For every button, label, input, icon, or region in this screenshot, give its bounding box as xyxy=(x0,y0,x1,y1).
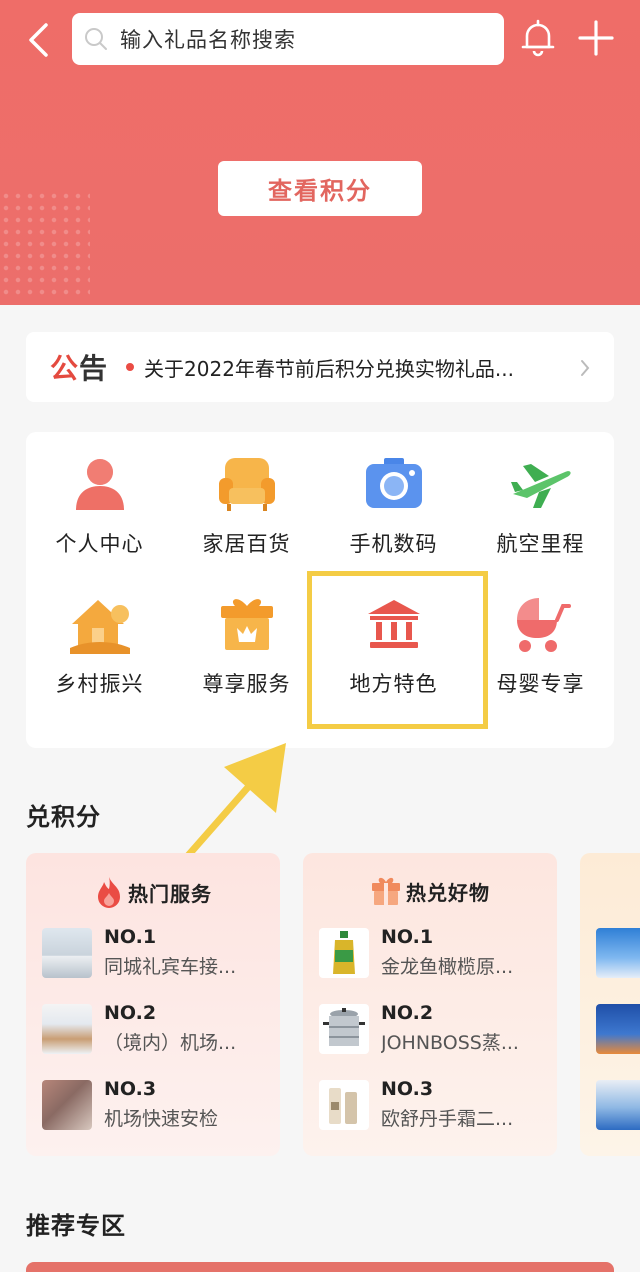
back-button[interactable] xyxy=(20,18,56,62)
category-label: 航空里程 xyxy=(496,532,585,556)
car-thumbnail xyxy=(42,928,92,978)
gift-box-icon xyxy=(220,599,273,650)
category-label: 乡村振兴 xyxy=(55,672,144,696)
chevron-right-icon xyxy=(581,360,590,376)
list-item[interactable]: NO.3 欧舒丹手霜二... xyxy=(319,1078,549,1136)
hot-goods-card[interactable]: 热兑好物 NO.1 金龙鱼橄榄原... NO.2 JOHNBOSS蒸... NO… xyxy=(303,853,557,1156)
list-item[interactable]: NO.3 机场快速安检 xyxy=(42,1078,272,1136)
item-name: 欧舒丹手霜二... xyxy=(381,1108,514,1130)
rank-number: NO.3 xyxy=(381,1078,434,1100)
list-item[interactable]: NO.2 JOHNBOSS蒸... xyxy=(319,1002,549,1060)
card-title: 热兑好物 xyxy=(406,880,490,905)
category-item-air-miles[interactable]: 航空里程 xyxy=(467,432,614,572)
category-item-digital[interactable]: 手机数码 xyxy=(320,432,467,572)
travel-thumbnail xyxy=(596,1080,640,1130)
travel-thumbnail xyxy=(596,928,640,978)
highlight-box xyxy=(307,571,488,729)
list-item[interactable]: NO.2 （境内）机场... xyxy=(42,1002,272,1060)
category-item-premium[interactable]: 尊享服务 xyxy=(173,572,320,712)
list-item[interactable]: NO.1 同城礼宾车接... xyxy=(42,926,272,984)
category-label: 尊享服务 xyxy=(202,672,291,696)
travel-thumbnail xyxy=(596,1004,640,1054)
gift-icon xyxy=(372,877,400,905)
rank-number: NO.2 xyxy=(104,1002,157,1024)
stroller-icon xyxy=(516,598,571,652)
search-input[interactable]: 输入礼品名称搜索 xyxy=(72,13,504,65)
camera-icon xyxy=(365,458,422,508)
rural-house-icon xyxy=(69,600,130,654)
notice-bar[interactable]: 公告 关于2022年春节前后积分兑换实物礼品... xyxy=(26,332,614,402)
section-title-recommend: 推荐专区 xyxy=(26,1212,126,1240)
rank-number: NO.2 xyxy=(381,1002,434,1024)
search-icon xyxy=(85,28,107,50)
oil-bottle-thumbnail xyxy=(319,928,369,978)
bell-icon xyxy=(521,19,555,57)
notice-tag: 公告 xyxy=(50,352,109,385)
category-label: 个人中心 xyxy=(55,532,144,556)
card-title: 热门服务 xyxy=(128,881,212,906)
add-button[interactable] xyxy=(574,16,618,60)
item-name: 同城礼宾车接... xyxy=(104,956,237,978)
dot-pattern-decoration xyxy=(0,190,90,300)
card-header: 热兑好物 xyxy=(303,875,557,907)
notice-dot xyxy=(126,363,135,371)
plus-icon xyxy=(578,20,614,56)
view-points-button[interactable]: 查看积分 xyxy=(218,161,422,216)
recommend-banner-edge[interactable] xyxy=(26,1262,614,1272)
category-item-personal-center[interactable]: 个人中心 xyxy=(26,432,173,572)
sofa-icon xyxy=(218,458,275,511)
security-thumbnail xyxy=(42,1080,92,1130)
hand-cream-thumbnail xyxy=(319,1080,369,1130)
rank-number: NO.1 xyxy=(381,926,434,948)
airplane-icon xyxy=(510,464,571,508)
category-label: 手机数码 xyxy=(349,532,438,556)
category-item-maternal-baby[interactable]: 母婴专享 xyxy=(467,572,614,712)
notification-button[interactable] xyxy=(516,16,560,60)
flame-icon xyxy=(98,877,120,908)
category-label: 家居百货 xyxy=(202,532,291,556)
chevron-left-icon xyxy=(29,23,48,57)
rank-number: NO.1 xyxy=(104,926,157,948)
steamer-pot-thumbnail xyxy=(319,1004,369,1054)
category-item-rural[interactable]: 乡村振兴 xyxy=(26,572,173,712)
card-header: 热门服务 xyxy=(26,875,280,909)
item-name: （境内）机场... xyxy=(104,1032,237,1054)
item-name: 机场快速安检 xyxy=(104,1108,219,1130)
rank-number: NO.3 xyxy=(104,1078,157,1100)
list-item[interactable]: NO.1 金龙鱼橄榄原... xyxy=(319,926,549,984)
section-title-redeem: 兑积分 xyxy=(26,803,101,831)
person-icon xyxy=(75,459,124,510)
notice-text: 关于2022年春节前后积分兑换实物礼品... xyxy=(144,356,515,381)
hot-services-card[interactable]: 热门服务 NO.1 同城礼宾车接... NO.2 （境内）机场... NO.3 … xyxy=(26,853,280,1156)
category-item-home-goods[interactable]: 家居百货 xyxy=(173,432,320,572)
item-name: 金龙鱼橄榄原... xyxy=(381,956,514,978)
search-placeholder: 输入礼品名称搜索 xyxy=(120,28,296,52)
item-name: JOHNBOSS蒸... xyxy=(381,1032,519,1054)
third-ranking-card[interactable] xyxy=(580,853,640,1156)
category-label: 母婴专享 xyxy=(496,672,585,696)
airport-thumbnail xyxy=(42,1004,92,1054)
